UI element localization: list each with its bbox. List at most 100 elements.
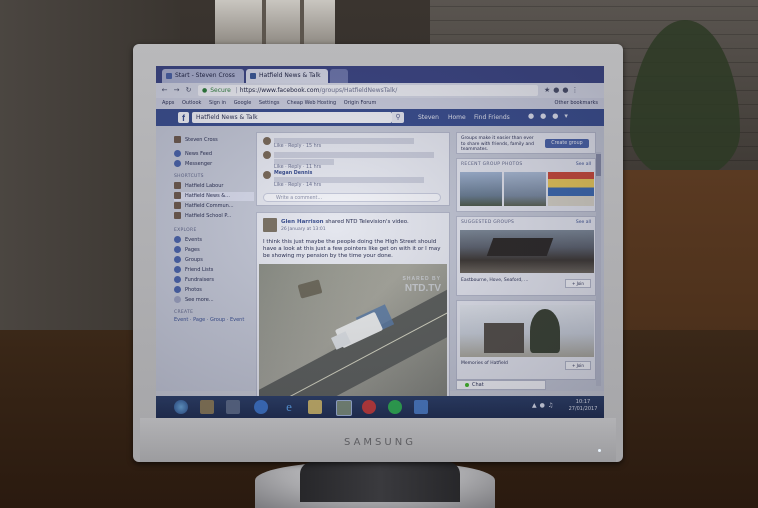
sidebar-item-label: News Feed [185,151,213,157]
create-heading: CREATE [174,310,194,315]
recent-photos-title: RECENT GROUP PHOTOS [461,162,523,167]
new-tab-button[interactable] [330,69,348,83]
system-tray[interactable]: ▲●♫ [532,402,556,409]
chrome-taskbar-icon[interactable] [336,400,352,416]
facebook-header: f Hatfield News & Talk ⚲ Steven Home Fin… [156,109,604,126]
bookmark-item[interactable]: Origin Forum [344,100,377,106]
video-watermark-text: NTD.TV [404,283,441,294]
comment-meta[interactable]: Like · Reply · 15 hrs [274,144,439,150]
tab-facebook-group[interactable]: Hatfield News & Talk [246,69,328,83]
bookmark-item[interactable]: Settings [259,100,280,106]
chat-bar[interactable]: Chat [456,380,546,390]
post-video[interactable]: SHARED BY NTD.TV [259,264,447,409]
bookmark-item[interactable]: Apps [162,100,174,106]
suggested-group-caption[interactable]: Eastbourne, Hove, Seaford, ... [461,278,551,284]
spotify-icon[interactable] [388,400,402,414]
suggested-group-caption[interactable]: Memories of Hatfield [461,361,551,367]
nav-home-link[interactable]: Home [448,112,466,123]
sidebar-item-events[interactable]: Events [174,236,202,245]
sidebar-item-label: Fundraisers [185,277,214,283]
create-group-button[interactable]: Create group [545,139,589,148]
see-all-link[interactable]: See all [576,162,591,167]
back-icon[interactable]: ← [160,86,169,95]
messenger-icon [174,160,181,167]
comment-input[interactable]: Write a comment... [263,193,441,202]
sidebar-item-news-feed[interactable]: News Feed [174,150,212,159]
post-card: Glen Harrison shared NTD Television's vi… [256,212,450,409]
nav-profile-link[interactable]: Steven [418,112,439,123]
sidebar-item-messenger[interactable]: Messenger [174,160,212,169]
facebook-logo[interactable]: f [178,112,189,123]
comment-author[interactable]: Megan Dennis [274,171,312,176]
post-timestamp[interactable]: 26 January at 13:01 [281,227,326,232]
sidebar-item-friend-lists[interactable]: Friend Lists [174,266,213,275]
group-photo-thumb[interactable] [460,172,502,206]
sidebar-item-shortcut-active[interactable]: Hatfield News &... [174,192,254,201]
groups-icon [174,256,181,263]
tab-start[interactable]: Start - Steven Cross [162,69,244,83]
join-button[interactable]: + Join [565,279,591,288]
taskbar-app-icon[interactable] [200,400,214,414]
suggested-group-image[interactable] [460,230,594,273]
sidebar-item-fundraisers[interactable]: Fundraisers [174,276,214,285]
monitor-stand-neck [300,462,460,502]
recent-photos-card: RECENT GROUP PHOTOS See all [456,158,596,212]
post-author[interactable]: Glen Harrison [281,219,324,225]
sidebar-item-label: Pages [185,247,200,253]
sidebar-item-shortcut[interactable]: Hatfield Labour [174,182,223,191]
reload-icon[interactable]: ↻ [184,86,193,95]
taskbar-app-icon[interactable] [414,400,428,414]
see-all-link[interactable]: See all [576,220,591,225]
avatar[interactable] [263,218,277,232]
sidebar-item-label: Hatfield School P... [185,213,232,219]
tab-label: Start - Steven Cross [175,72,235,79]
photo-icon [174,286,181,293]
bookmark-item[interactable]: Outlook [182,100,201,106]
create-links[interactable]: Event · Page · Group · Event [174,316,244,325]
tab-favicon [166,72,172,79]
scrollbar[interactable] [596,152,601,386]
extension-icons[interactable]: ★●●⋮ [544,86,582,94]
group-photo-thumb[interactable] [504,172,546,206]
other-bookmarks[interactable]: Other bookmarks [555,98,598,109]
monitor-screen: Start - Steven Cross Hatfield News & Tal… [156,66,604,418]
sidebar-item-shortcut[interactable]: Hatfield School P... [174,212,231,221]
address-bar[interactable]: ● Secure | https://www.facebook.com/group… [198,85,538,96]
house [484,323,524,353]
sidebar-item-see-more[interactable]: See more... [174,296,214,305]
suggested-group-image[interactable] [460,305,594,357]
sidebar-item-photos[interactable]: Photos [174,286,202,295]
nav-find-friends-link[interactable]: Find Friends [474,112,510,123]
avatar [174,136,181,143]
forward-icon[interactable]: → [172,86,181,95]
group-photo-thumb[interactable] [548,172,594,206]
bookmark-item[interactable]: Google [234,100,252,106]
bookmark-item[interactable]: Sign in [209,100,226,106]
sidebar-item-pages[interactable]: Pages [174,246,200,255]
window-frame [300,0,304,45]
photo-scene: SAMSUNG Start - Steven Cross Hatfield Ne… [0,0,758,508]
heart-icon [174,276,181,283]
comment-text-blur [274,152,434,158]
file-explorer-icon[interactable] [308,400,322,414]
notification-icons[interactable]: ●●●▾ [528,112,574,120]
facebook-search-input[interactable]: Hatfield News & Talk [192,112,392,123]
sidebar-item-groups[interactable]: Groups [174,256,203,265]
scrollbar-thumb[interactable] [596,154,601,176]
bookmark-item[interactable]: Cheap Web Hosting [287,100,336,106]
search-icon[interactable]: ⚲ [392,112,404,123]
taskbar-app-icon[interactable] [226,400,240,414]
group-icon [174,202,181,209]
sidebar-item-label: Hatfield Labour [185,183,224,189]
join-button[interactable]: + Join [565,361,591,370]
taskbar-clock[interactable]: 10:17 27/01/2017 [566,399,600,413]
windows-taskbar: e ▲●♫ 10:17 27/01/2017 [156,396,604,418]
sidebar-item-shortcut[interactable]: Hatfield Commun... [174,202,234,211]
internet-explorer-icon[interactable]: e [282,400,296,414]
comment-meta[interactable]: Like · Reply · 14 hrs [274,183,439,189]
start-button-icon[interactable] [174,400,188,414]
suggested-group-card: SUGGESTED GROUPS See all Eastbourne, Hov… [456,216,596,296]
taskbar-app-icon[interactable] [254,400,268,414]
taskbar-app-icon[interactable] [362,400,376,414]
sidebar-item-profile[interactable]: Steven Cross [174,136,218,145]
